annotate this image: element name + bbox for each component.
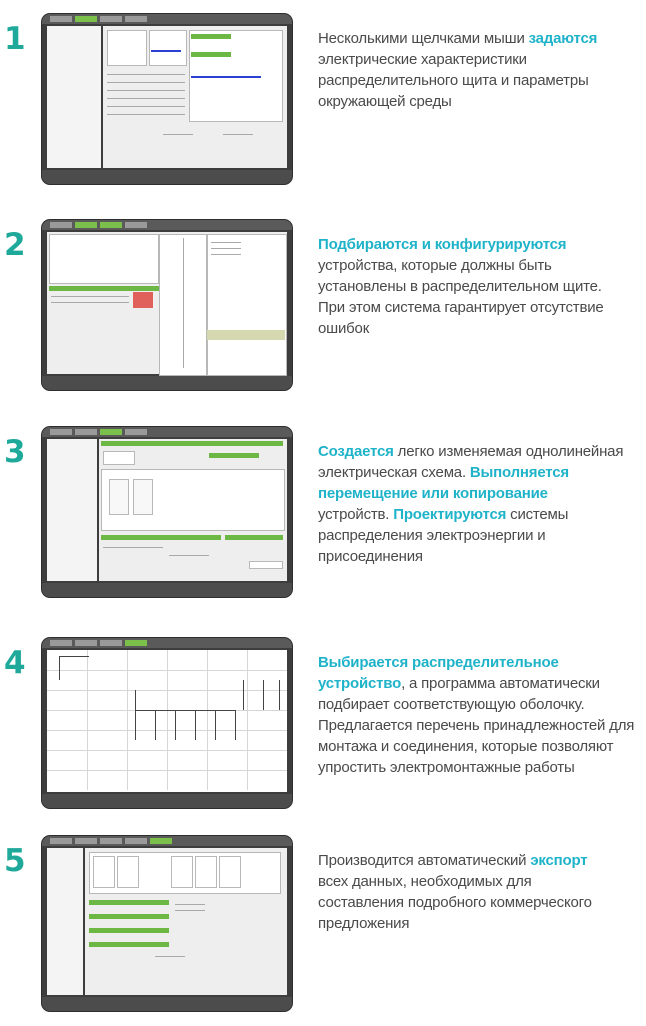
step-description: Выбирается распределительное устройство,… (318, 652, 646, 778)
text: Предлагается перечень принадлежностей дл… (318, 717, 635, 734)
text: предложения (318, 915, 410, 932)
highlight-text: Подбираются и конфигурируются (318, 236, 567, 253)
text: , а программа автоматически (401, 675, 600, 692)
step-number: 5 (4, 843, 26, 879)
line: подбирает соответствующую оболочку. (318, 694, 646, 715)
line: устройства, которые должны быть (318, 255, 646, 276)
line: Подбираются и конфигурируются (318, 234, 646, 255)
line: Производится автоматический экспорт (318, 850, 646, 871)
screenshot-thumbnail (42, 638, 292, 808)
line: составления подробного коммерческого (318, 892, 646, 913)
line: электрические характеристики (318, 49, 646, 70)
line: присоединения (318, 546, 646, 567)
text: присоединения (318, 548, 423, 565)
line: монтажа и соединения, которые позволяют (318, 736, 646, 757)
screenshot-thumbnail (42, 14, 292, 184)
line: распределительного щита и параметры (318, 70, 646, 91)
step-number: 2 (4, 227, 26, 263)
text: упростить электромонтажные работы (318, 759, 575, 776)
text: устройства, которые должны быть (318, 257, 552, 274)
text: легко изменяемая однолинейная (393, 443, 624, 460)
line: ошибок (318, 318, 646, 339)
line: устройств. Проектируются системы (318, 504, 646, 525)
line: Выбирается распределительное (318, 652, 646, 673)
text: всех данных, необходимых для (318, 873, 532, 890)
step-number: 1 (4, 21, 26, 57)
line: распределения электроэнергии и (318, 525, 646, 546)
text: распределения электроэнергии и (318, 527, 546, 544)
step-5: 5 Производится автоматический экспорт вс… (0, 836, 646, 1026)
text: устройств. (318, 506, 394, 523)
text: Производится автоматический (318, 852, 531, 869)
text: распределительного щита и параметры (318, 72, 589, 89)
line: установлены в распределительном щите. (318, 276, 646, 297)
line: Предлагается перечень принадлежностей дл… (318, 715, 646, 736)
step-description: Подбираются и конфигурируются устройства… (318, 234, 646, 339)
highlight-text: Проектируются (393, 506, 507, 523)
line: электрическая схема. Выполняется (318, 462, 646, 483)
line: При этом система гарантирует отсутствие (318, 297, 646, 318)
text: составления подробного коммерческого (318, 894, 592, 911)
step-number: 3 (4, 434, 26, 470)
screenshot-thumbnail (42, 220, 292, 390)
step-2: 2 Подбираются и конфигурируются устройст… (0, 220, 646, 410)
step-description: Создается легко изменяемая однолинейная … (318, 441, 646, 567)
highlight-text: перемещение или копирование (318, 485, 548, 502)
text: ошибок (318, 320, 370, 337)
line: устройство, а программа автоматически (318, 673, 646, 694)
line: Несколькими щелчками мыши задаются (318, 28, 646, 49)
text: подбирает соответствующую оболочку. (318, 696, 585, 713)
highlight-text: Выбирается распределительное (318, 654, 559, 671)
step-number: 4 (4, 645, 26, 681)
text: системы (506, 506, 569, 523)
step-description: Производится автоматический экспорт всех… (318, 850, 646, 934)
step-description: Несколькими щелчками мыши задаются элект… (318, 28, 646, 112)
text: электрические характеристики (318, 51, 527, 68)
text: Несколькими щелчками мыши (318, 30, 529, 47)
line: перемещение или копирование (318, 483, 646, 504)
text: окружающей среды (318, 93, 452, 110)
screenshot-thumbnail (42, 427, 292, 597)
text: установлены в распределительном щите. (318, 278, 602, 295)
line: предложения (318, 913, 646, 934)
line: окружающей среды (318, 91, 646, 112)
highlight-text: задаются (528, 30, 598, 47)
step-3: 3 Создается легко изменяемая однолинейна… (0, 427, 646, 617)
text: монтажа и соединения, которые позволяют (318, 738, 614, 755)
line: Создается легко изменяемая однолинейная (318, 441, 646, 462)
highlight-text: Создается (318, 443, 394, 460)
highlight-text: Выполняется (469, 464, 569, 481)
text: При этом система гарантирует отсутствие (318, 299, 604, 316)
step-1: 1 Несколькими щелчками мыши задаются эле… (0, 14, 646, 204)
text: электрическая схема. (318, 464, 470, 481)
line: упростить электромонтажные работы (318, 757, 646, 778)
highlight-text: устройство (318, 675, 402, 692)
step-4: 4 Выбирается распределительное устройств… (0, 638, 646, 828)
line: всех данных, необходимых для (318, 871, 646, 892)
screenshot-thumbnail (42, 836, 292, 1011)
highlight-text: экспорт (530, 852, 588, 869)
